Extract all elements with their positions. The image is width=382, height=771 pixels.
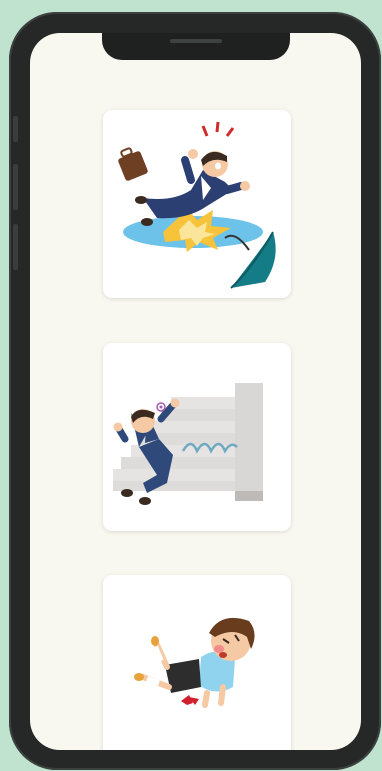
- image-card-child-fall[interactable]: [103, 575, 291, 750]
- child-falling-illustration: [134, 617, 255, 708]
- image-card-slip[interactable]: [103, 110, 291, 298]
- speaker-grille: [170, 39, 222, 43]
- businessman-slipping-in-puddle-illustration: [118, 121, 276, 289]
- phone-notch: [102, 33, 290, 60]
- phone-screen: [30, 33, 361, 750]
- businessman-falling-down-stairs-illustration: [113, 383, 263, 505]
- side-button-volume-down: [13, 224, 18, 270]
- side-button-silent: [13, 116, 18, 142]
- image-card-stairs[interactable]: [103, 343, 291, 531]
- side-button-volume-up: [13, 164, 18, 210]
